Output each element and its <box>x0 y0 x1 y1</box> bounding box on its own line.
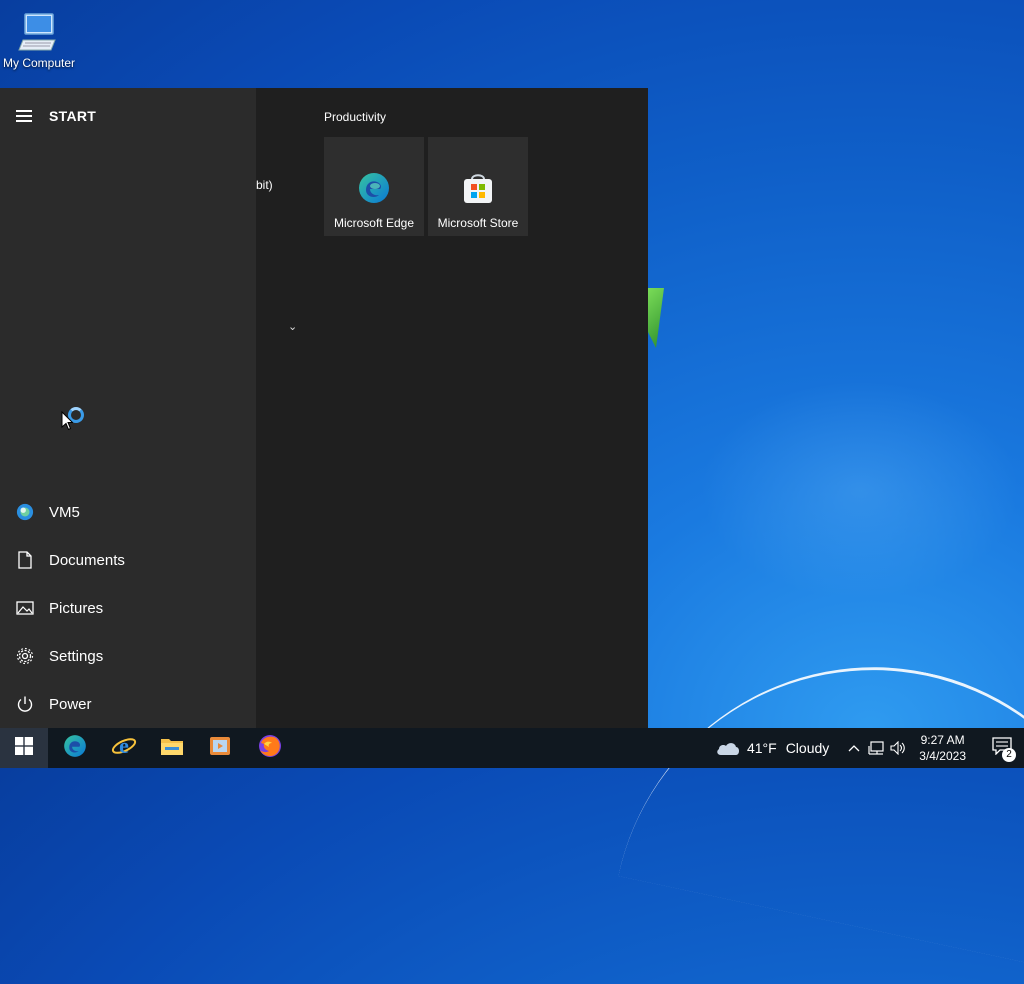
firefox-icon <box>257 733 283 764</box>
start-menu: START VM5 Documents Pictures Settings Po… <box>0 88 648 728</box>
weather-temp: 41°F <box>746 740 777 756</box>
start-button[interactable] <box>0 728 48 768</box>
tile-microsoft-edge[interactable]: Microsoft Edge <box>324 137 424 236</box>
sidebar-item-power[interactable]: Power <box>0 680 256 728</box>
notification-badge: 2 <box>1002 748 1016 762</box>
cloud-icon <box>715 740 741 756</box>
computer-icon <box>17 10 61 54</box>
sidebar-item-label: VM5 <box>49 503 80 521</box>
document-icon <box>16 551 34 569</box>
volume-icon[interactable] <box>887 728 909 768</box>
taskbar: e 41°F Cloudy 9:27 AM 3/4/2023 2 <box>0 728 1024 768</box>
chevron-down-icon[interactable]: ⌄ <box>288 320 297 333</box>
network-icon[interactable] <box>865 728 887 768</box>
svg-text:e: e <box>119 733 129 758</box>
taskbar-internet-explorer-button[interactable]: e <box>100 728 148 768</box>
sidebar-item-settings[interactable]: Settings <box>0 632 256 680</box>
clock-time: 9:27 AM <box>920 733 965 747</box>
start-title: START <box>49 108 97 124</box>
media-player-icon <box>209 735 231 762</box>
taskbar-media-player-button[interactable] <box>196 728 244 768</box>
internet-explorer-icon: e <box>111 733 137 764</box>
pictures-icon <box>16 599 34 617</box>
sidebar-item-label: Settings <box>49 647 104 665</box>
start-header: START <box>16 108 96 124</box>
sidebar-item-user[interactable]: VM5 <box>0 488 256 536</box>
edge-icon <box>62 733 88 764</box>
hamburger-menu-icon[interactable] <box>16 110 32 122</box>
tile-group-title[interactable]: Productivity <box>324 110 386 124</box>
app-list-partial-text[interactable]: bit) <box>256 178 273 192</box>
taskbar-file-explorer-button[interactable] <box>148 728 196 768</box>
mouse-cursor-icon <box>61 410 74 436</box>
action-center-button[interactable]: 2 <box>980 728 1024 768</box>
desktop-icon-my-computer[interactable]: My Computer <box>0 6 78 70</box>
tile-microsoft-store[interactable]: Microsoft Store <box>428 137 528 236</box>
sidebar-item-label: Power <box>49 695 92 713</box>
system-tray: 41°F Cloudy 9:27 AM 3/4/2023 2 <box>715 728 1024 768</box>
clock-date: 3/4/2023 <box>919 749 966 763</box>
power-icon <box>16 695 34 713</box>
store-icon <box>460 170 496 206</box>
edge-icon <box>356 170 392 206</box>
folder-icon <box>160 736 184 761</box>
sidebar-item-label: Documents <box>49 551 125 569</box>
start-menu-sidebar: START VM5 Documents Pictures Settings Po… <box>0 88 256 728</box>
desktop-icon-label: My Computer <box>2 56 76 70</box>
wallpaper-streak <box>618 618 1024 984</box>
tile-label: Microsoft Store <box>437 216 519 230</box>
taskbar-clock[interactable]: 9:27 AM 3/4/2023 <box>919 732 966 764</box>
weather-widget[interactable]: 41°F Cloudy <box>715 740 829 756</box>
start-sidebar-items: VM5 Documents Pictures Settings Power <box>0 488 256 728</box>
sidebar-item-label: Pictures <box>49 599 104 617</box>
sidebar-item-pictures[interactable]: Pictures <box>0 584 256 632</box>
show-hidden-icons-chevron-up-icon[interactable] <box>843 728 865 768</box>
wallpaper-glow <box>700 380 1020 600</box>
weather-condition: Cloudy <box>785 740 830 756</box>
taskbar-firefox-button[interactable] <box>246 728 294 768</box>
taskbar-edge-button[interactable] <box>51 728 99 768</box>
tile-label: Microsoft Edge <box>333 216 415 230</box>
windows-logo-icon <box>15 736 33 760</box>
user-avatar-icon <box>16 503 34 521</box>
sidebar-item-documents[interactable]: Documents <box>0 536 256 584</box>
gear-icon <box>16 647 34 665</box>
